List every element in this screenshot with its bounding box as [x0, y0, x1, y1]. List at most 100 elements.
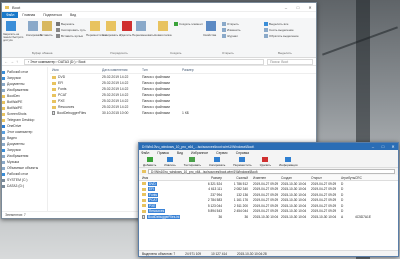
folder-up-icon[interactable] [142, 170, 146, 173]
nav-item[interactable]: DATA3 (D:) [2, 183, 47, 189]
file-name: Resources [58, 105, 75, 109]
paste-shortcut-button[interactable]: Вставить ярлык [56, 34, 83, 38]
minimize-icon[interactable]: – [368, 144, 378, 149]
rename-button[interactable]: Переименовать [132, 33, 154, 37]
new-item-button[interactable]: Создать элемент [174, 22, 203, 26]
file-name-cell: PCAT [50, 93, 102, 97]
menu-tools[interactable]: Сервис [216, 151, 228, 155]
properties-button[interactable]: Свойства [203, 33, 216, 37]
column-crc[interactable]: CRC [355, 176, 377, 180]
column-name[interactable]: Имя [139, 176, 199, 180]
menu-file[interactable]: Файл [141, 151, 149, 155]
column-size[interactable]: Размер [182, 68, 206, 72]
open-button[interactable]: Открыть [222, 22, 239, 26]
maximize-icon[interactable]: □ [292, 5, 304, 10]
menu-edit[interactable]: Правка [157, 151, 168, 155]
folder-icon [142, 209, 146, 213]
cut-button[interactable]: Вырезать [56, 22, 74, 26]
minimize-icon[interactable]: – [280, 5, 292, 10]
archive-accessed-cell: 2019-04-27 09:29 [311, 198, 337, 203]
archive-packed-cell: 1 786 512 [233, 181, 248, 186]
column-type[interactable]: Тип [142, 68, 182, 72]
column-date[interactable]: Дата изменения [102, 68, 142, 72]
column-name[interactable]: Имя [50, 68, 102, 72]
archive-row[interactable]: BootDebuggerFiles.ini 36 36 2015-10-30 10:0… [139, 214, 398, 220]
new-folder-button[interactable]: Новая папка [154, 33, 172, 37]
menu-help[interactable]: Справка [236, 151, 249, 155]
maximize-icon[interactable]: □ [378, 144, 388, 149]
column-attributes[interactable]: Атрибуты [341, 176, 355, 180]
select-all-button[interactable]: Выделить все [264, 22, 288, 26]
folder-icon [52, 75, 56, 79]
select-none-button[interactable]: Снять выделение [264, 28, 294, 32]
pin-button[interactable]: Закрепить на панели быстрого доступа [3, 33, 27, 42]
folder-icon [52, 105, 56, 109]
status-packed: 10 127 414 [211, 251, 228, 256]
invert-selection-button[interactable]: Обратить выделение [264, 34, 299, 38]
close-icon[interactable]: ✕ [304, 5, 316, 10]
close-icon[interactable]: ✕ [388, 144, 398, 149]
menu-favorites[interactable]: Избранное [191, 151, 208, 155]
column-packed[interactable]: Сжатый [225, 176, 251, 180]
toolbar-button[interactable]: Информация [279, 156, 298, 167]
copy-path-button[interactable]: Скопировать путь [56, 28, 86, 32]
archive-name-cell: EFI [139, 187, 199, 192]
archive-item-name: Resources [148, 209, 166, 214]
menu-view[interactable]: Вид [177, 151, 183, 155]
delete-button[interactable]: Удалить [120, 33, 131, 37]
column-size[interactable]: Размер [199, 176, 225, 180]
nav-item-label: Видео [7, 136, 17, 140]
archive-path-input[interactable]: D:\Win10\ru_windows_10_pro_x64...iso\sou… [148, 169, 395, 174]
file-name: PCAT [58, 93, 67, 97]
search-input[interactable]: Поиск: Boot [267, 58, 313, 65]
paste-button[interactable]: Вставить [40, 33, 53, 37]
toolbar-button[interactable]: Удалить [260, 156, 271, 167]
file-icon [142, 214, 145, 219]
archive-name-cell: Fonts [139, 192, 199, 197]
toolbar-button[interactable]: Переместить [233, 156, 252, 167]
archive-size-cell: 36 [218, 214, 222, 219]
move-icon [239, 156, 246, 162]
copy-to-icon[interactable] [106, 21, 116, 31]
new-folder-icon[interactable] [158, 21, 168, 31]
copy-icon[interactable] [28, 21, 38, 31]
column-modified[interactable]: Изменен [251, 176, 281, 180]
move-to-icon[interactable] [90, 21, 100, 31]
paste-icon[interactable] [42, 21, 52, 31]
toolbar-button[interactable]: Копировать [209, 156, 225, 167]
copy-icon [214, 156, 221, 162]
archive-modified-cell: 2019-04-27 09:29 [253, 181, 279, 186]
file-row[interactable]: BootDebuggerFiles 30.10.2015 10:00 Папка с… [50, 110, 316, 116]
address-bar[interactable]: › Этот компьютер › DATA3 (D:) › Boot [24, 58, 264, 65]
toolbar-button[interactable]: Извлечь [164, 156, 176, 167]
delete-icon [262, 156, 269, 162]
file-name: Fonts [58, 87, 67, 91]
group-label-organize: Упорядочить [110, 51, 128, 55]
column-created[interactable]: Создан [281, 176, 311, 180]
history-button[interactable]: Журнал [222, 34, 238, 38]
add-icon [146, 156, 153, 162]
archive-accessed-cell: 2019-04-27 09:29 [311, 187, 337, 192]
documents-icon [2, 82, 5, 86]
toolbar-button[interactable]: Добавить [143, 156, 156, 167]
address-row: ← → ↑ › Этот компьютер › DATA3 (D:) › Bo… [2, 58, 316, 66]
documents-icon [2, 142, 5, 146]
up-arrow-icon[interactable]: ↑ [16, 59, 22, 64]
delete-icon[interactable] [122, 21, 132, 31]
rename-icon[interactable] [136, 21, 146, 31]
nav-item-label: Загрузки [7, 76, 21, 80]
open-icon [222, 22, 226, 26]
toolbar-button[interactable]: Тестировать [184, 156, 201, 167]
group-label-select: Выделить [278, 51, 292, 55]
archive-accessed-cell: 2019-04-27 09:29 [311, 209, 337, 214]
window-controls: – □ ✕ [280, 5, 316, 10]
column-accessed[interactable]: Открыт [311, 176, 341, 180]
nav-item-label: BotWalPE [7, 106, 23, 110]
edit-button[interactable]: Изменить [222, 28, 241, 32]
properties-icon[interactable] [206, 21, 216, 31]
copy-to-button[interactable]: Копировать в [102, 33, 121, 37]
pin-icon[interactable] [6, 21, 16, 31]
archive-item-name: BootDebuggerFiles.ini [147, 214, 181, 219]
folder-icon [142, 187, 146, 191]
file-type: Папка с файлами [142, 87, 170, 91]
